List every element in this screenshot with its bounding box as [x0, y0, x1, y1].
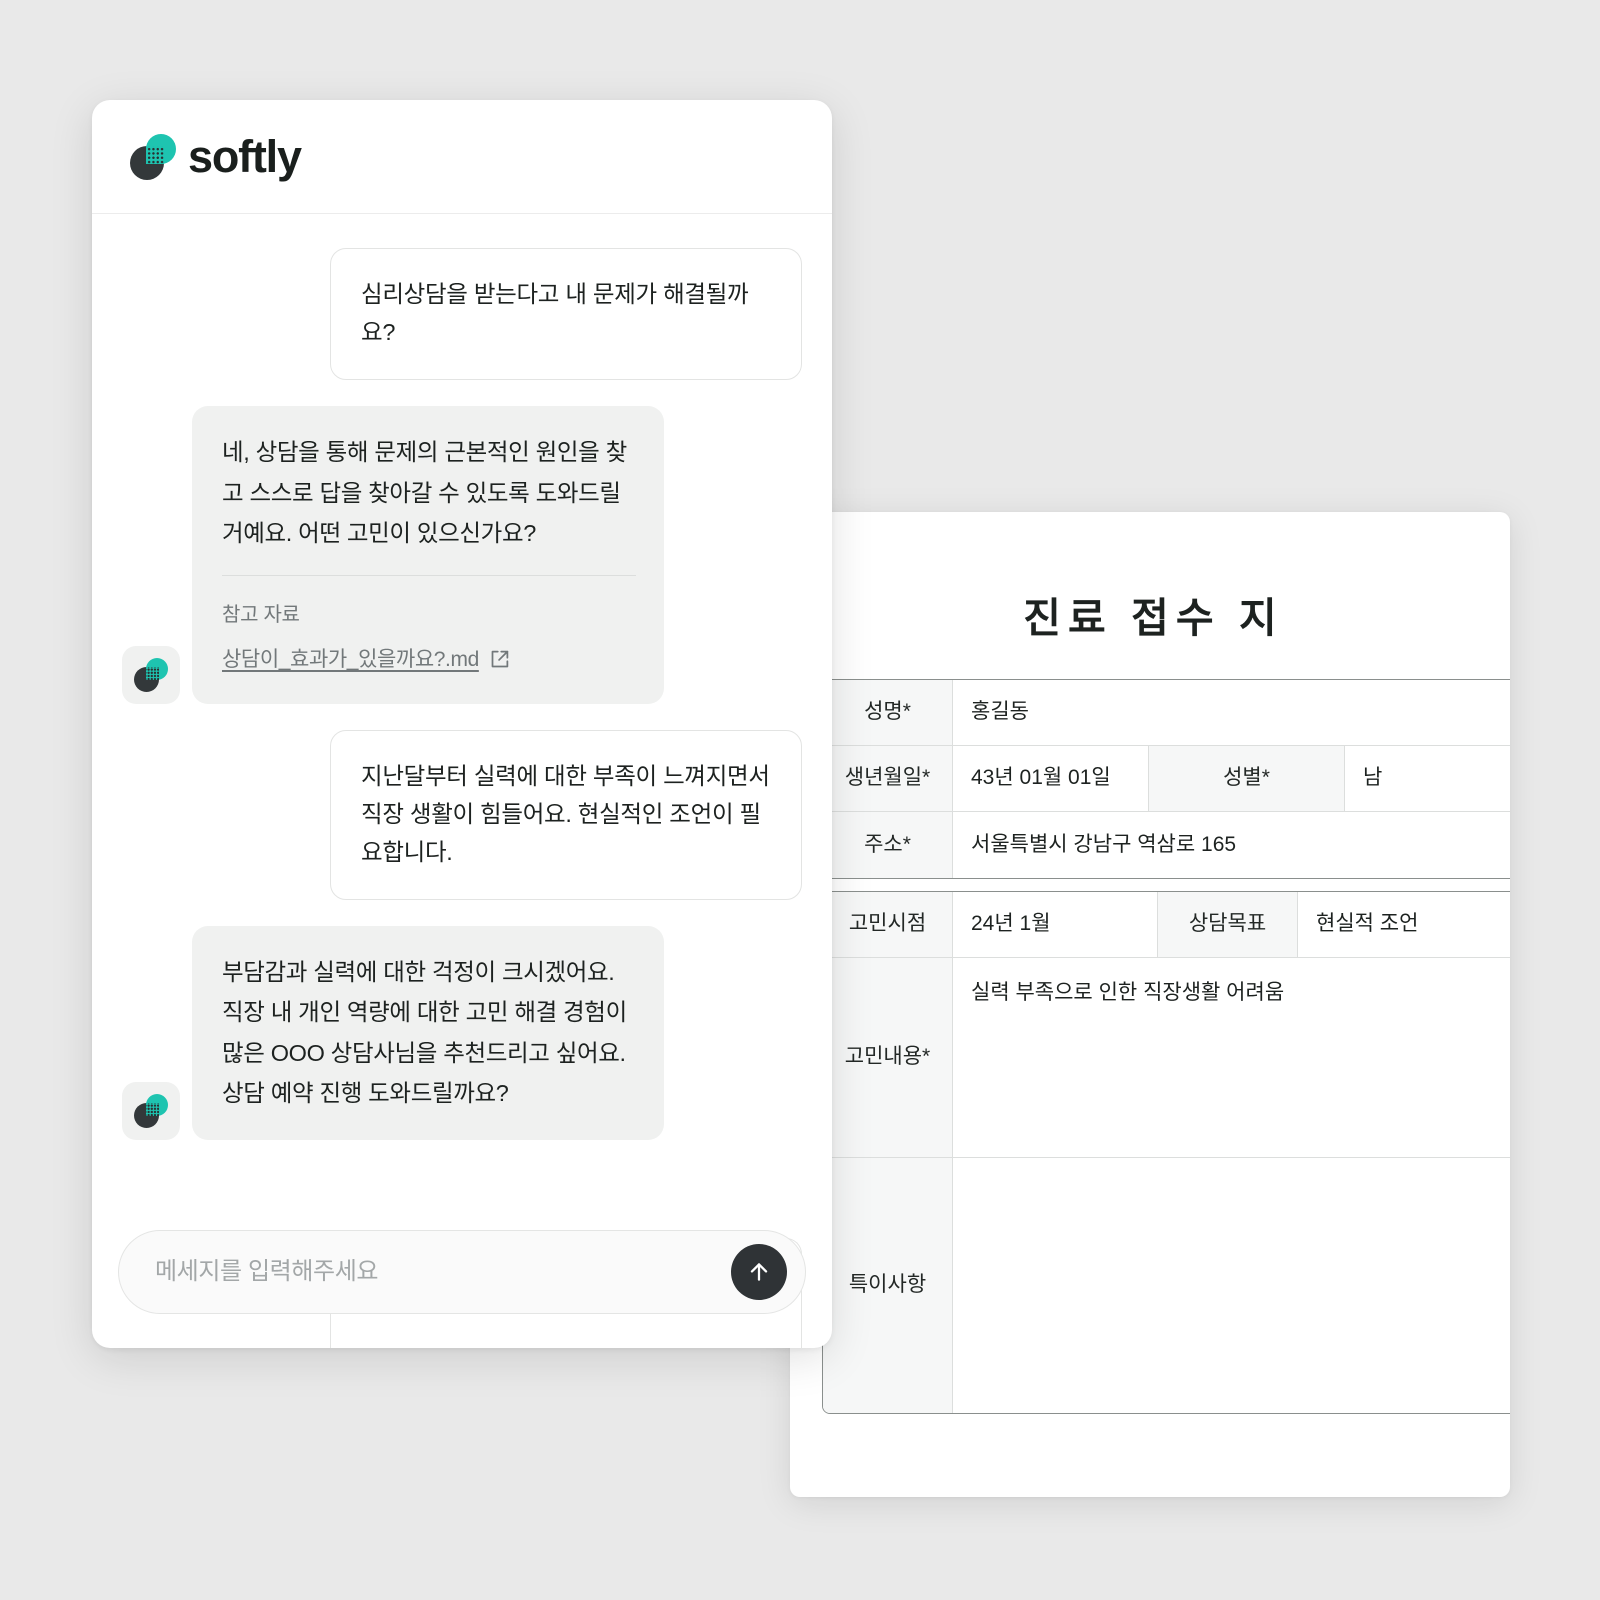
table-row: 생년월일* 43년 01월 01일 성별* 남	[823, 746, 1510, 812]
cell-label-address: 주소*	[823, 812, 953, 878]
logo-dot-pattern	[146, 1102, 159, 1116]
cell-value-birthdate: 43년 01월 01일	[953, 746, 1149, 812]
cell-value-address: 서울특별시 강남구 역삼로 165	[953, 812, 1510, 878]
cell-value-goal: 현실적 조언	[1298, 892, 1510, 958]
reference-label: 참고 자료	[222, 604, 300, 627]
patient-info-table: 성명* 홍길동 생년월일* 43년 01월 01일 성별* 남 주소* 서울특별…	[822, 679, 1510, 879]
logo-dot-pattern	[146, 666, 159, 680]
document-title: 진료 접수 지	[1023, 595, 1284, 641]
message-input[interactable]	[155, 1258, 731, 1286]
table-row: 성명* 홍길동	[823, 680, 1510, 746]
message-composer[interactable]	[118, 1230, 806, 1314]
reference-file-link[interactable]: 상담이_효과가_있을까요?.md	[222, 642, 479, 678]
cell-label-birthdate: 생년월일*	[823, 746, 953, 812]
external-link-icon[interactable]	[489, 649, 510, 670]
chat-header: softly	[92, 100, 832, 214]
cell-label-concern-detail: 고민내용*	[823, 958, 953, 1158]
cell-value-concern-detail: 실력 부족으로 인한 직장생활 어려움	[953, 958, 1510, 1158]
avatar	[122, 1081, 180, 1140]
softly-logo-icon	[134, 1093, 168, 1128]
message-row-user: 심리상담을 받는다고 내 문제가 해결될까요?	[92, 248, 832, 381]
reference-link-row[interactable]: 상담이_효과가_있을까요?.md	[222, 642, 636, 678]
message-row-user: 지난달부터 실력에 대한 부족이 느껴지면서 직장 생활이 힘들어요. 현실적인…	[92, 729, 832, 901]
softly-logo-icon	[130, 133, 176, 180]
message-text: 네, 상담을 통해 문제의 근본적인 원인을 찾고 스스로 답을 찾아갈 수 있…	[222, 439, 627, 546]
cell-value-concern-time: 24년 1월	[953, 892, 1158, 958]
table-row: 특이사항	[823, 1158, 1510, 1413]
brand-name: softly	[188, 131, 302, 182]
consult-info-table: 고민시점 24년 1월 상담목표 현실적 조언 고민내용* 실력 부족으로 인한…	[822, 891, 1510, 1414]
cell-label-notes: 특이사항	[823, 1158, 953, 1413]
table-row: 주소* 서울특별시 강남구 역삼로 165	[823, 812, 1510, 878]
message-bubble-user: 심리상담을 받는다고 내 문제가 해결될까요?	[330, 248, 802, 381]
cell-value-name: 홍길동	[953, 680, 1510, 746]
cell-value-notes	[953, 1158, 1510, 1413]
logo-dot-pattern	[146, 145, 164, 164]
reference-block: 참고 자료 상담이_효과가_있을까요?.md	[222, 575, 636, 678]
cell-label-concern-time: 고민시점	[823, 892, 953, 958]
table-row: 고민시점 24년 1월 상담목표 현실적 조언	[823, 892, 1510, 958]
message-bubble-bot: 부담감과 실력에 대한 걱정이 크시겠어요. 직장 내 개인 역량에 대한 고민…	[192, 926, 664, 1140]
cell-label-name: 성명*	[823, 680, 953, 746]
document-panel: 진료 접수 지 성명* 홍길동 생년월일* 43년 01월 01일 성별* 남 …	[790, 512, 1510, 1497]
message-list: 심리상담을 받는다고 내 문제가 해결될까요? 네, 상담을 통해 문제의 근본…	[92, 214, 832, 1348]
table-row: 고민내용* 실력 부족으로 인한 직장생활 어려움	[823, 958, 1510, 1158]
chat-panel: softly 심리상담을 받는다고 내 문제가 해결될까요? 네, 상담을 통해…	[92, 100, 832, 1348]
send-button[interactable]	[731, 1244, 787, 1300]
message-bubble-bot: 네, 상담을 통해 문제의 근본적인 원인을 찾고 스스로 답을 찾아갈 수 있…	[192, 406, 664, 704]
message-row-bot: 네, 상담을 통해 문제의 근본적인 원인을 찾고 스스로 답을 찾아갈 수 있…	[92, 406, 832, 704]
document-tables: 성명* 홍길동 생년월일* 43년 01월 01일 성별* 남 주소* 서울특별…	[822, 679, 1510, 1414]
message-bubble-user: 지난달부터 실력에 대한 부족이 느껴지면서 직장 생활이 힘들어요. 현실적인…	[330, 729, 802, 901]
message-row-bot: 부담감과 실력에 대한 걱정이 크시겠어요. 직장 내 개인 역량에 대한 고민…	[92, 926, 832, 1140]
softly-logo-icon	[134, 657, 168, 692]
arrow-up-icon	[750, 1263, 768, 1281]
cell-label-gender: 성별*	[1149, 746, 1345, 812]
cell-label-goal: 상담목표	[1158, 892, 1298, 958]
avatar	[122, 645, 180, 704]
cell-value-gender: 남	[1345, 746, 1510, 812]
